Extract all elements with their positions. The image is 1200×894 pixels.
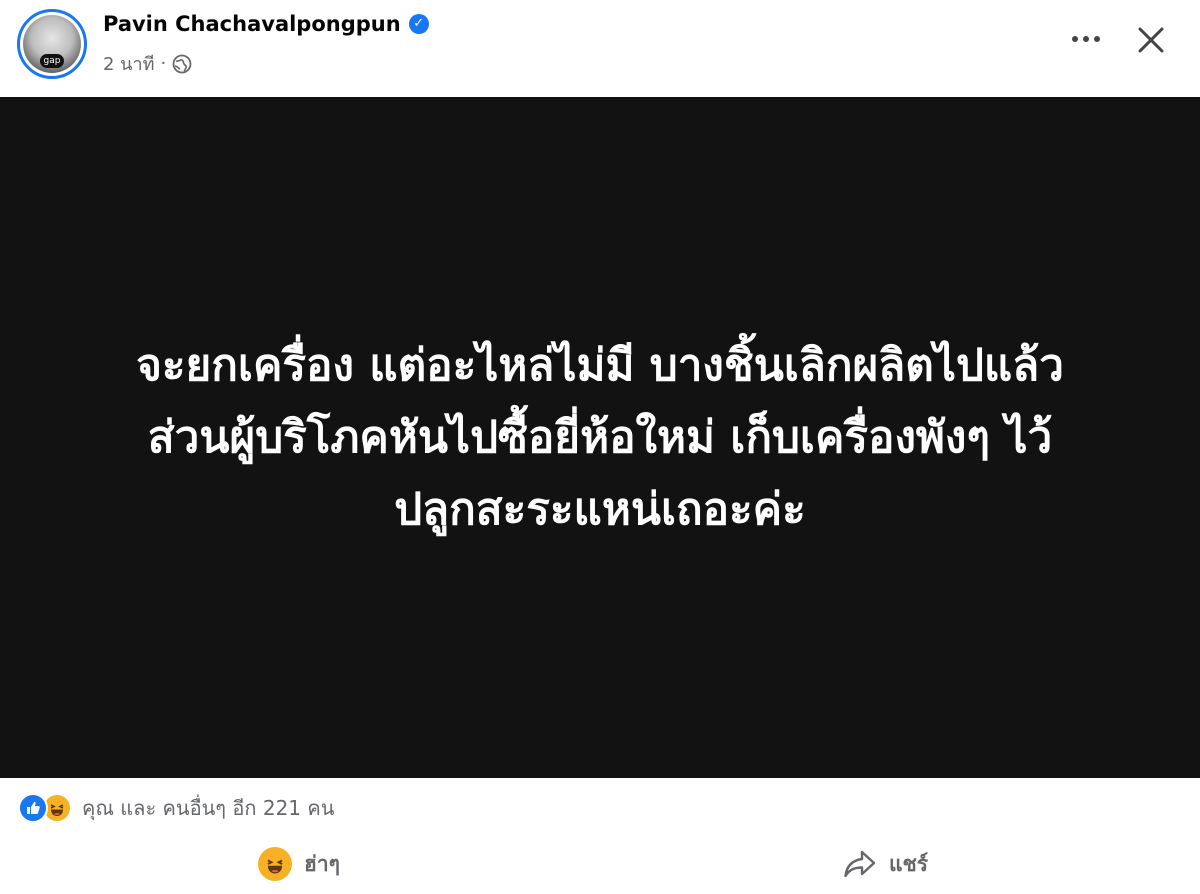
- meta-separator: ·: [160, 53, 167, 74]
- share-icon: [844, 850, 876, 878]
- post-text-line-2: ส่วนผู้บริโภคหันไปซื้อยี่ห้อใหม่ เก็บเคร…: [147, 411, 1053, 463]
- like-icon: [18, 793, 48, 823]
- post-header: gap Pavin Chachavalpongpun ✓ 2 นาที ·: [0, 0, 1200, 97]
- action-bar: ฮ่าๆ แชร์: [0, 838, 1200, 894]
- avatar-photo: gap: [23, 15, 81, 73]
- close-icon: [1138, 27, 1164, 53]
- post-image[interactable]: จะยกเครื่อง แต่อะไหล่ไม่มี บางชิ้นเลิกผล…: [0, 97, 1200, 778]
- haha-reaction-icon: [258, 847, 292, 881]
- share-button[interactable]: แชร์: [843, 844, 928, 884]
- reaction-icons: [18, 793, 72, 823]
- post-text-line-1: จะยกเครื่อง แต่อะไหล่ไม่มี บางชิ้นเลิกผล…: [136, 339, 1064, 391]
- share-label: แชร์: [889, 851, 929, 876]
- haha-label: ฮ่าๆ: [304, 851, 340, 876]
- more-horizontal-icon: [1072, 36, 1100, 42]
- avatar-badge: gap: [40, 54, 64, 68]
- avatar[interactable]: gap: [17, 9, 87, 79]
- author-name[interactable]: Pavin Chachavalpongpun: [103, 12, 401, 36]
- post-timestamp[interactable]: 2 นาที: [103, 49, 154, 78]
- verified-badge-icon: ✓: [408, 14, 429, 34]
- close-button[interactable]: [1131, 20, 1171, 60]
- more-options-button[interactable]: [1066, 24, 1106, 54]
- post-meta: 2 นาที ·: [103, 49, 192, 78]
- post-text-line-3: ปลูกสะระแหน่เถอะค่ะ: [394, 483, 806, 535]
- reactions-summary[interactable]: คุณ และ คนอื่นๆ อีก 221 คน: [18, 792, 334, 824]
- globe-icon[interactable]: [172, 54, 192, 74]
- reactions-count-text: คุณ และ คนอื่นๆ อีก 221 คน: [82, 796, 335, 820]
- author-row: Pavin Chachavalpongpun ✓: [103, 12, 429, 36]
- haha-reaction-button[interactable]: ฮ่าๆ: [258, 844, 340, 884]
